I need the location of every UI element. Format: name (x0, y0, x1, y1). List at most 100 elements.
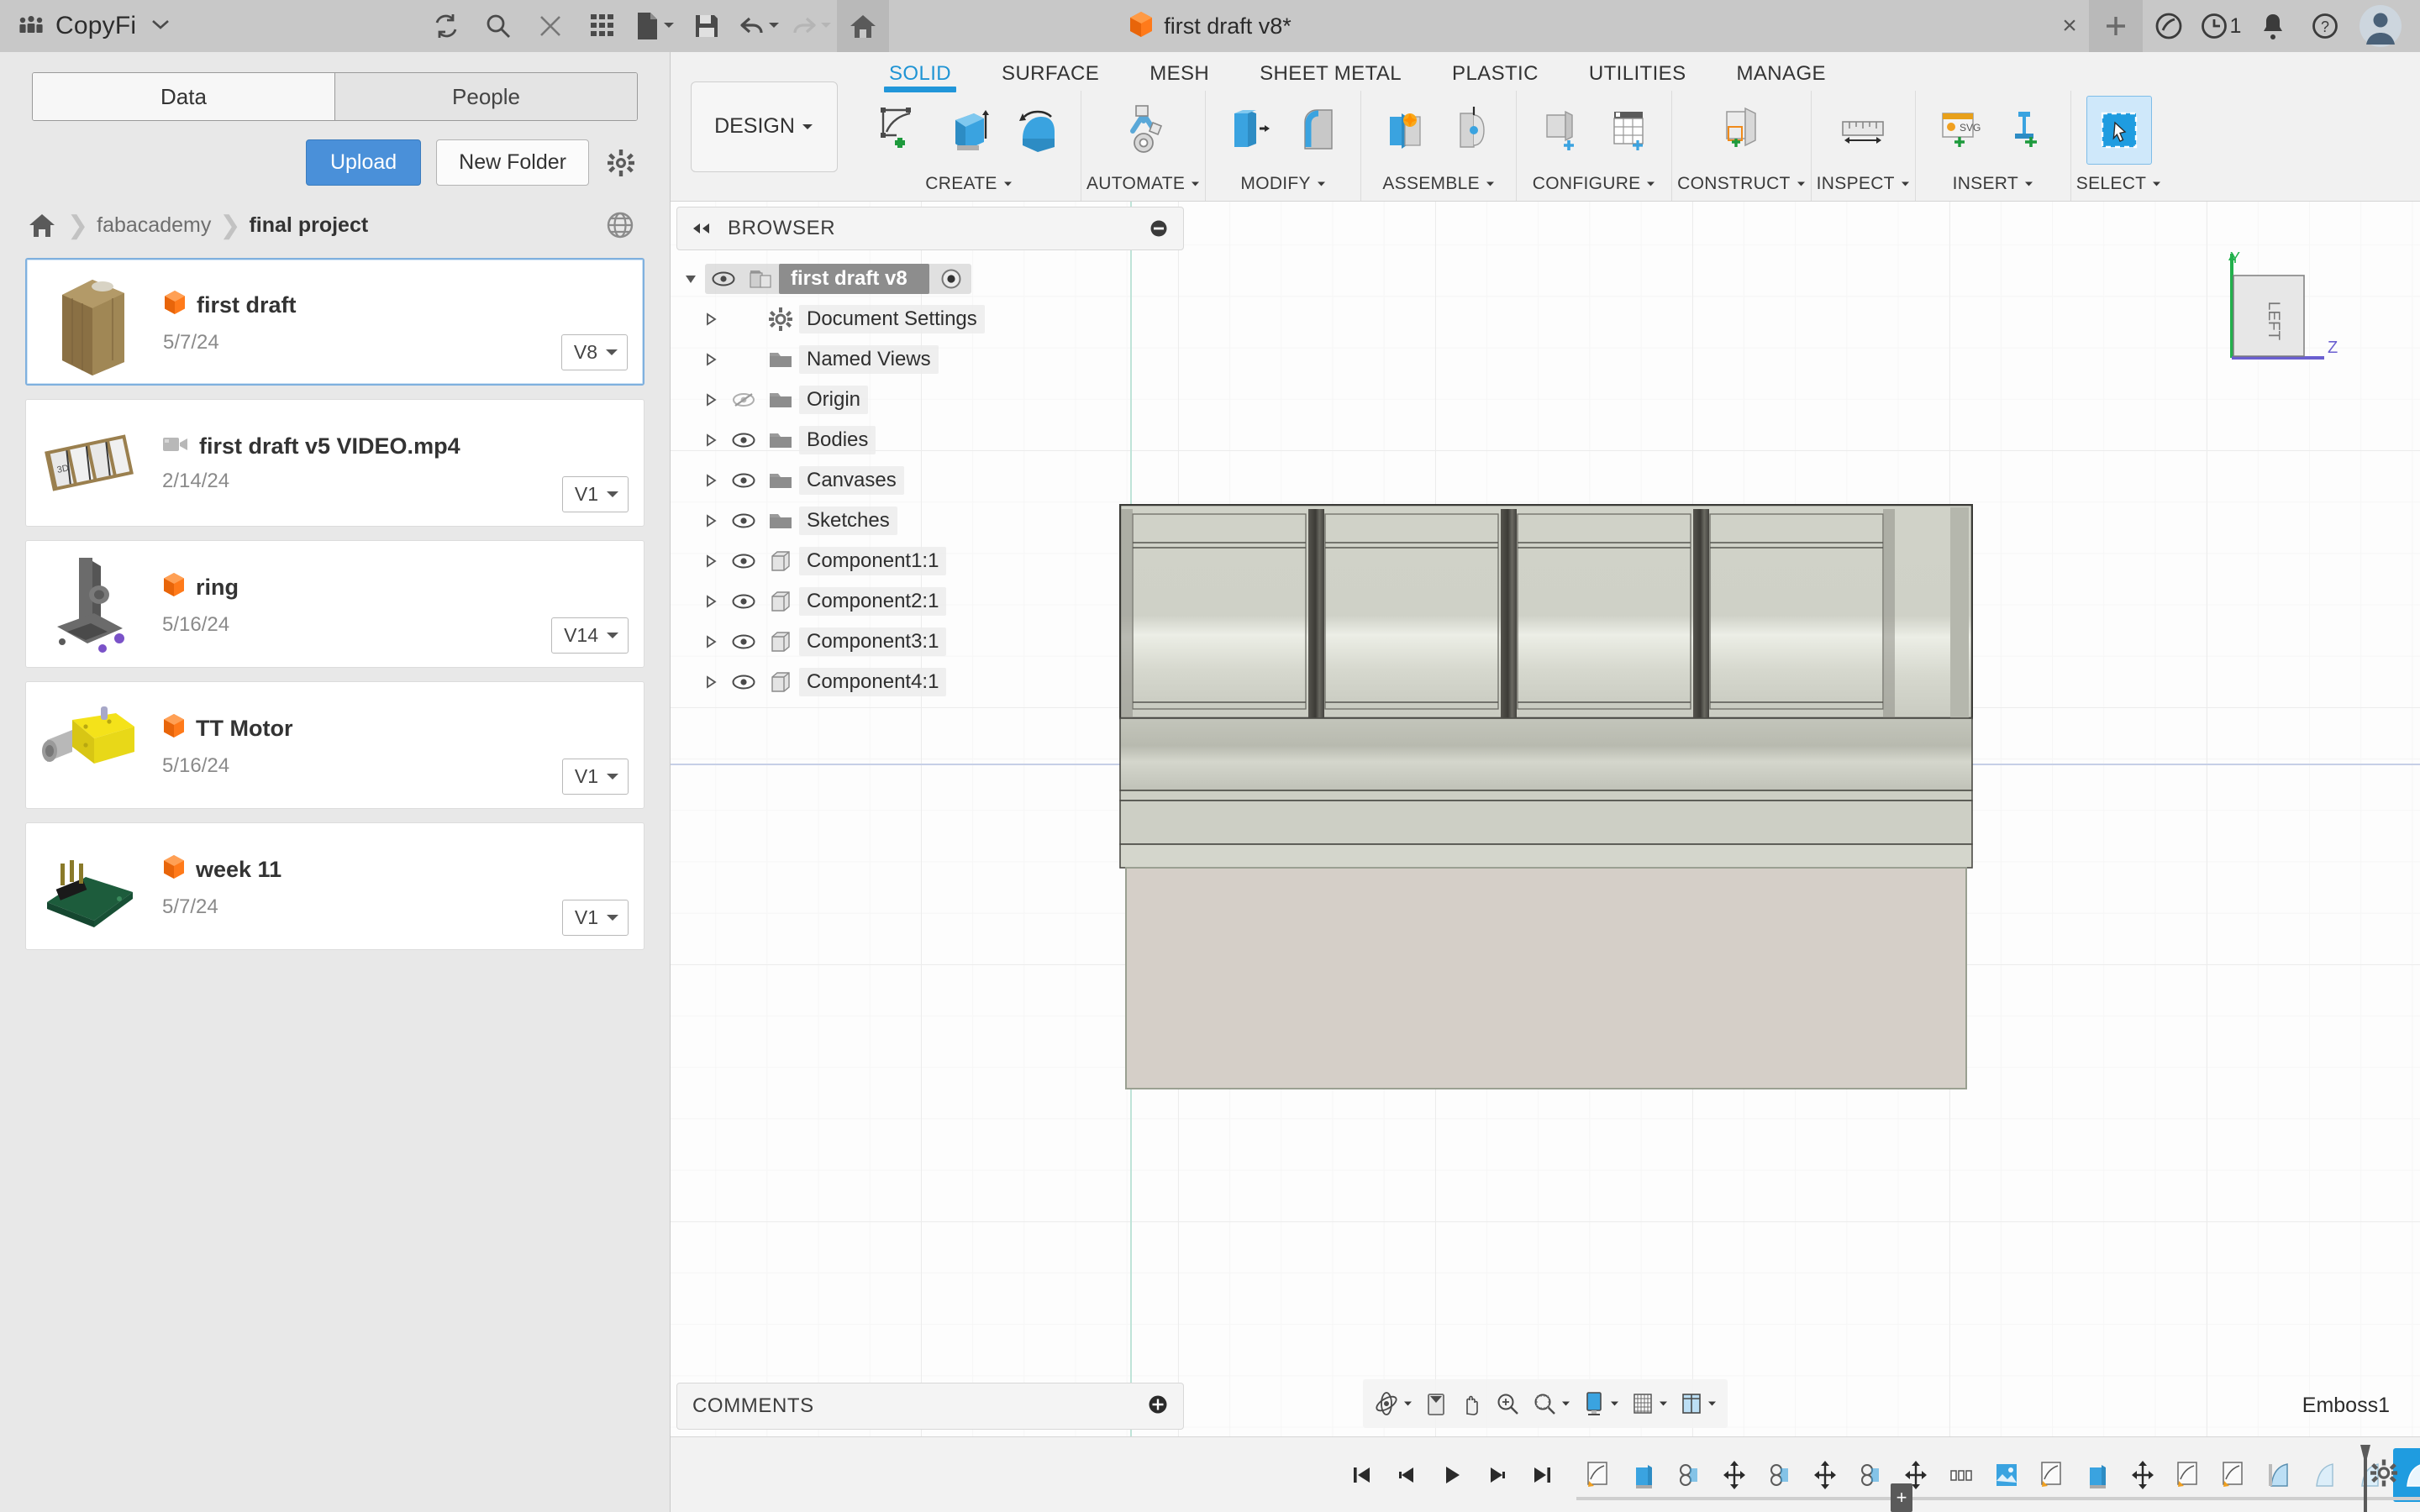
gear-icon[interactable] (604, 146, 638, 180)
timeline-feature-sketch-2[interactable] (2030, 1448, 2074, 1502)
document-tab[interactable]: first draft v8* (1128, 11, 1292, 42)
tab-manage[interactable]: MANAGE (1712, 62, 1851, 91)
automate-icon[interactable] (1111, 96, 1176, 165)
tree-node-label[interactable]: Sketches (799, 507, 897, 535)
tree-node-label[interactable]: Component1:1 (799, 547, 947, 575)
expand-arrow-icon[interactable] (697, 554, 725, 569)
tree-node-label[interactable]: Bodies (799, 426, 876, 454)
new-folder-button[interactable]: New Folder (436, 139, 589, 186)
chevron-down-icon[interactable] (151, 18, 170, 34)
tree-node-label[interactable]: Origin (799, 386, 869, 414)
timeline-feature-extrude[interactable] (1622, 1448, 1665, 1502)
file-card[interactable]: ring 5/16/24 V14 (25, 540, 644, 668)
extrude-icon[interactable] (936, 96, 1002, 165)
fit-icon[interactable] (1526, 1381, 1576, 1426)
timeline-feature-canvas[interactable] (1985, 1448, 2028, 1502)
globe-icon[interactable] (602, 207, 638, 243)
timeline-feature-sketch[interactable] (1576, 1448, 1620, 1502)
configure-icon[interactable] (1527, 96, 1592, 165)
timeline-feature-move-4[interactable] (2121, 1448, 2165, 1502)
grid-apps-icon[interactable] (576, 0, 629, 52)
save-icon[interactable] (681, 0, 733, 52)
config-table-icon[interactable] (1596, 96, 1661, 165)
timeline-feature-sketch-3[interactable] (2166, 1448, 2210, 1502)
eye-visible-icon[interactable] (725, 473, 762, 488)
collapse-left-icon[interactable] (689, 216, 714, 241)
orbit-icon[interactable] (1368, 1381, 1418, 1426)
timeline-feature-emboss-2[interactable] (2302, 1448, 2346, 1502)
version-dropdown[interactable]: V1 (561, 900, 629, 936)
breadcrumb-item-final-project[interactable]: final project (249, 213, 368, 238)
panel-construct-label[interactable]: CONSTRUCT (1677, 167, 1806, 201)
look-at-icon[interactable] (1418, 1381, 1454, 1426)
jump-end-icon[interactable] (1521, 1450, 1565, 1500)
tree-node-root[interactable]: first draft v8 (676, 259, 1184, 299)
eye-visible-icon[interactable] (705, 271, 742, 286)
panel-automate-label[interactable]: AUTOMATE (1086, 167, 1200, 201)
tree-node-component3[interactable]: Component3:1 (676, 622, 1184, 662)
close-document-button[interactable]: × (2050, 0, 2089, 52)
tree-node-label[interactable]: Canvases (799, 466, 904, 495)
step-back-icon[interactable] (1385, 1450, 1428, 1500)
close-x-icon[interactable] (524, 0, 576, 52)
new-tab-button[interactable] (2089, 0, 2143, 52)
step-forward-icon[interactable] (1476, 1450, 1519, 1500)
timeline-feature-pattern[interactable] (1939, 1448, 1983, 1502)
file-card[interactable]: TT Motor 5/16/24 V1 (25, 681, 644, 809)
tree-node-component2[interactable]: Component2:1 (676, 581, 1184, 622)
tab-people[interactable]: People (334, 73, 637, 120)
revolve-icon[interactable] (1005, 96, 1071, 165)
pan-icon[interactable] (1454, 1381, 1489, 1426)
viewports-icon[interactable] (1674, 1381, 1723, 1426)
user-avatar[interactable] (2351, 0, 2410, 52)
help-question-icon[interactable]: ? (2299, 0, 2351, 52)
tab-utilities[interactable]: UTILITIES (1564, 62, 1712, 91)
expand-arrow-icon[interactable] (697, 392, 725, 407)
timeline-feature-sketch-4[interactable] (2212, 1448, 2255, 1502)
eye-visible-icon[interactable] (725, 433, 762, 448)
tree-node-component4[interactable]: Component4:1 (676, 662, 1184, 702)
panel-modify-label[interactable]: MODIFY (1211, 167, 1355, 201)
expand-arrow-icon[interactable] (697, 473, 725, 488)
timeline-feature-extrude-2[interactable] (2075, 1448, 2119, 1502)
eye-visible-icon[interactable] (725, 594, 762, 609)
timeline-feature-move[interactable] (1712, 1448, 1756, 1502)
tree-node-sketches[interactable]: Sketches (676, 501, 1184, 541)
file-card[interactable]: week 11 5/7/24 V1 (25, 822, 644, 950)
expand-arrow-icon[interactable] (697, 433, 725, 448)
expand-arrow-icon[interactable] (697, 352, 725, 367)
model-geometry[interactable] (1118, 503, 1974, 1092)
tree-node-label[interactable]: first draft v8 (779, 264, 929, 294)
tab-plastic[interactable]: PLASTIC (1427, 62, 1564, 91)
new-component-icon[interactable] (1371, 96, 1437, 165)
view-cube[interactable]: Y Z LEFT (2225, 249, 2343, 376)
expand-arrow-icon[interactable] (697, 675, 725, 690)
tree-node-origin[interactable]: Origin (676, 380, 1184, 420)
expand-arrow-icon[interactable] (697, 594, 725, 609)
3d-canvas[interactable]: BROWSER first draft v8 Document Settings… (671, 202, 2420, 1436)
workspace-selector[interactable]: DESIGN (690, 81, 838, 172)
search-icon[interactable] (472, 0, 524, 52)
panel-insert-label[interactable]: INSERT (1921, 167, 2065, 201)
version-dropdown[interactable]: V1 (561, 759, 629, 795)
timeline-feature-joint-2[interactable] (1758, 1448, 1802, 1502)
joint-icon[interactable] (1440, 96, 1506, 165)
panel-assemble-label[interactable]: ASSEMBLE (1366, 167, 1511, 201)
tab-sheet-metal[interactable]: SHEET METAL (1234, 62, 1427, 91)
gear-icon[interactable] (2370, 1458, 2398, 1491)
redo-icon[interactable] (785, 0, 837, 52)
timeline-track[interactable] (1576, 1496, 2420, 1500)
expand-arrow-icon[interactable] (676, 271, 705, 286)
activate-component-radio[interactable] (934, 268, 968, 290)
expand-arrow-icon[interactable] (697, 312, 725, 327)
press-pull-icon[interactable] (1216, 96, 1281, 165)
zoom-icon[interactable] (1489, 1381, 1526, 1426)
timeline-feature-joint[interactable] (1667, 1448, 1711, 1502)
fillet-icon[interactable] (1285, 96, 1350, 165)
tree-node-label[interactable]: Component4:1 (799, 668, 947, 696)
tab-mesh[interactable]: MESH (1124, 62, 1234, 91)
brand-area[interactable]: CopyFi (0, 12, 302, 40)
version-dropdown[interactable]: V1 (561, 476, 629, 512)
upload-button[interactable]: Upload (305, 139, 422, 186)
file-card[interactable]: first draft 5/7/24 V8 (25, 258, 644, 386)
